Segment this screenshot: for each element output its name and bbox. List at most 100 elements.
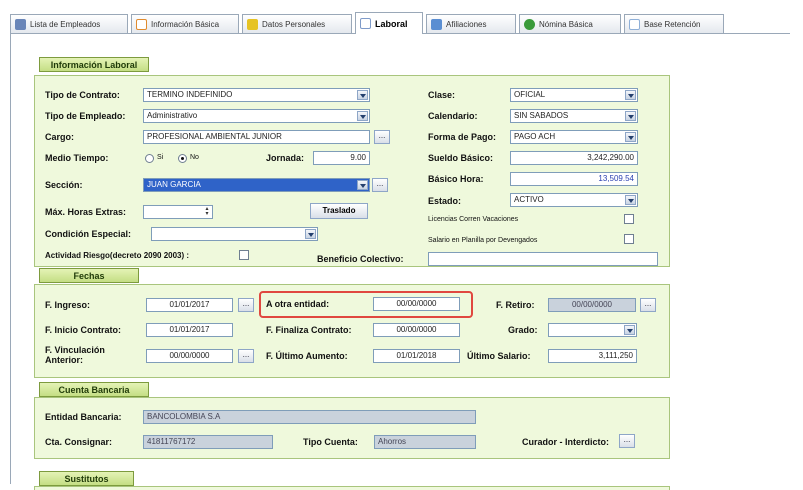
label-medio-tiempo: Medio Tiempo: xyxy=(45,153,109,163)
label-otra-entidad: A otra entidad: xyxy=(266,299,330,309)
building-icon xyxy=(431,18,442,30)
tab-laboral[interactable]: Laboral xyxy=(355,12,423,34)
radio-label-si: Si xyxy=(157,154,164,161)
tab-bar: Lista de Empleados Información Básica Da… xyxy=(10,12,790,34)
label-actividad-riesgo: Actividad Riesgo(decreto 2090 2003) : xyxy=(45,251,190,260)
entidad-bancaria-field[interactable]: BANCOLOMBIA S.A xyxy=(143,410,476,424)
f-ingreso-field[interactable]: 01/01/2017 xyxy=(146,298,233,312)
label-curador-interdicto: Curador - Interdicto: xyxy=(522,437,609,447)
section-title-fechas: Fechas xyxy=(39,268,139,283)
chevron-down-icon xyxy=(357,180,368,190)
chevron-down-icon xyxy=(625,195,636,205)
label-f-ultimo-aumento: F. Último Aumento: xyxy=(266,351,348,361)
label-jornada: Jornada: xyxy=(266,153,305,163)
calendario-select[interactable]: SIN SABADOS xyxy=(510,109,638,123)
label-ultimo-salario: Último Salario: xyxy=(467,351,531,361)
f-finaliza-contrato-field[interactable]: 00/00/0000 xyxy=(373,323,460,337)
licencias-vacaciones-checkbox[interactable] xyxy=(624,214,634,224)
f-retiro-field[interactable]: 00/00/0000 xyxy=(548,298,636,312)
tipo-cuenta-field[interactable]: Ahorros xyxy=(374,435,476,449)
condicion-especial-select[interactable] xyxy=(151,227,318,241)
label-forma-pago: Forma de Pago: xyxy=(428,132,497,142)
label-tipo-empleado: Tipo de Empleado: xyxy=(45,111,126,121)
otra-entidad-field[interactable]: 00/00/0000 xyxy=(373,297,460,311)
label-cta-consignar: Cta. Consignar: xyxy=(45,437,113,447)
seccion-select[interactable]: JUAN GARCIA xyxy=(143,178,370,192)
chevron-down-icon xyxy=(357,90,368,100)
label-salario-planilla: Salario en Planilla por Devengados xyxy=(428,237,538,244)
jornada-field[interactable]: 9.00 xyxy=(313,151,370,165)
label-grado: Grado: xyxy=(508,325,538,335)
label-cargo: Cargo: xyxy=(45,132,74,142)
f-ingreso-calendar-button[interactable]: ... xyxy=(238,298,254,312)
f-vinculacion-calendar-button[interactable]: ... xyxy=(238,349,254,363)
clase-select[interactable]: OFICIAL xyxy=(510,88,638,102)
label-clase: Clase: xyxy=(428,90,456,100)
cargo-lookup-button[interactable]: ... xyxy=(374,130,390,144)
seccion-lookup-button[interactable]: ... xyxy=(372,178,388,192)
f-retiro-calendar-button[interactable]: ... xyxy=(640,298,656,312)
f-ultimo-aumento-field[interactable]: 01/01/2018 xyxy=(373,349,460,363)
chevron-down-icon xyxy=(624,325,635,335)
section-sustitutos xyxy=(34,486,670,490)
chevron-down-icon xyxy=(625,111,636,121)
tab-base-retencion[interactable]: Base Retención xyxy=(624,14,724,33)
label-basico-hora: Básico Hora: xyxy=(428,174,484,184)
section-title-sustitutos: Sustitutos xyxy=(39,471,134,486)
label-f-inicio-contrato: F. Inicio Contrato: xyxy=(45,325,121,335)
traslado-button[interactable]: Traslado xyxy=(310,203,368,219)
label-estado: Estado: xyxy=(428,196,462,206)
label-max-horas: Máx. Horas Extras: xyxy=(45,207,127,217)
id-card-icon xyxy=(136,18,147,30)
label-f-retiro: F. Retiro: xyxy=(496,300,535,310)
label-entidad-bancaria: Entidad Bancaria: xyxy=(45,412,122,422)
tipo-contrato-select[interactable]: TERMINO INDEFINIDO xyxy=(143,88,370,102)
label-f-ingreso: F. Ingreso: xyxy=(45,300,91,310)
basico-hora-field[interactable]: 13,509.54 xyxy=(510,172,638,186)
cta-consignar-field[interactable]: 41811767172 xyxy=(143,435,273,449)
money-icon xyxy=(524,18,535,30)
actividad-riesgo-checkbox[interactable] xyxy=(239,250,249,260)
chevron-down-icon xyxy=(357,111,368,121)
sueldo-basico-field[interactable]: 3,242,290.00 xyxy=(510,151,638,165)
max-horas-stepper[interactable]: ▴ ▾ xyxy=(143,205,213,219)
label-tipo-contrato: Tipo de Contrato: xyxy=(45,90,120,100)
chevron-down-icon xyxy=(625,132,636,142)
panel-border xyxy=(10,34,11,484)
tab-afiliaciones[interactable]: Afiliaciones xyxy=(426,14,516,33)
forma-pago-select[interactable]: PAGO ACH xyxy=(510,130,638,144)
medio-tiempo-radio-no[interactable] xyxy=(178,154,187,163)
tab-datos-personales[interactable]: Datos Personales xyxy=(242,14,352,33)
label-calendario: Calendario: xyxy=(428,111,478,121)
ultimo-salario-field[interactable]: 3,111,250 xyxy=(548,349,637,363)
section-title-cuenta-bancaria: Cuenta Bancaria xyxy=(39,382,149,397)
stepper-arrows-icon: ▴ ▾ xyxy=(205,206,209,217)
label-sueldo-basico: Sueldo Básico: xyxy=(428,153,494,163)
label-licencias-vacaciones: Licencias Corren Vacaciones xyxy=(428,216,519,223)
tipo-empleado-select[interactable]: Administrativo xyxy=(143,109,370,123)
section-cuenta-bancaria xyxy=(34,397,670,459)
section-title-informacion-laboral: Información Laboral xyxy=(39,57,149,72)
cargo-field[interactable]: PROFESIONAL AMBIENTAL JUNIOR xyxy=(143,130,370,144)
chevron-down-icon xyxy=(305,229,316,239)
curador-lookup-button[interactable]: ... xyxy=(619,434,635,448)
label-tipo-cuenta: Tipo Cuenta: xyxy=(303,437,358,447)
folder-icon xyxy=(247,18,258,30)
salario-planilla-checkbox[interactable] xyxy=(624,234,634,244)
f-vinculacion-field[interactable]: 00/00/0000 xyxy=(146,349,233,363)
label-beneficio-colectivo: Beneficio Colectivo: xyxy=(317,254,404,264)
medio-tiempo-radio-si[interactable] xyxy=(145,154,154,163)
grado-select[interactable] xyxy=(548,323,637,337)
tab-nomina-basica[interactable]: Nómina Básica xyxy=(519,14,621,33)
f-inicio-contrato-field[interactable]: 01/01/2017 xyxy=(146,323,233,337)
tab-informacion-basica[interactable]: Información Básica xyxy=(131,14,239,33)
label-f-vinculacion-anterior: F. Vinculación Anterior: xyxy=(45,345,105,365)
sheet-icon xyxy=(629,18,640,30)
label-seccion: Sección: xyxy=(45,180,83,190)
estado-select[interactable]: ACTIVO xyxy=(510,193,638,207)
chevron-down-icon xyxy=(625,90,636,100)
label-condicion-especial: Condición Especial: xyxy=(45,229,132,239)
beneficio-colectivo-field[interactable] xyxy=(428,252,658,266)
list-icon xyxy=(15,18,26,30)
tab-lista-empleados[interactable]: Lista de Empleados xyxy=(10,14,128,33)
